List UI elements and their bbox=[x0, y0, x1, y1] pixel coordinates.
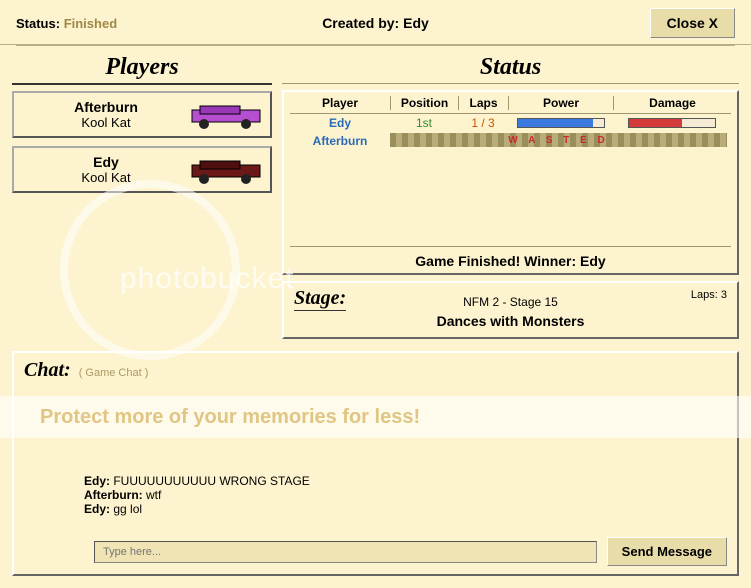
table-row: Edy 1st 1 / 3 bbox=[290, 114, 731, 132]
created-by: Created by: Edy bbox=[322, 15, 429, 31]
status-left: Status: Finished bbox=[16, 16, 117, 31]
game-finished-text: Game Finished! Winner: Edy bbox=[290, 246, 731, 269]
player-name: Afterburn bbox=[22, 99, 190, 115]
chat-input[interactable] bbox=[94, 541, 597, 563]
players-title: Players bbox=[12, 54, 272, 85]
player-name: Edy bbox=[22, 154, 190, 170]
chat-panel: Chat: ( Game Chat ) Edy: FUUUUUUUUUUU WR… bbox=[12, 351, 739, 576]
status-value: Finished bbox=[64, 16, 117, 31]
stage-label: Stage: bbox=[294, 287, 346, 311]
car-icon bbox=[190, 100, 262, 130]
status-panel: Status Player Position Laps Power Damage… bbox=[282, 54, 739, 339]
chat-messages: Edy: FUUUUUUUUUUU WRONG STAGE Afterburn:… bbox=[24, 386, 727, 531]
table-header: Player Position Laps Power Damage bbox=[290, 96, 731, 114]
stage-name: Dances with Monsters bbox=[294, 313, 727, 329]
chat-line: Edy: gg lol bbox=[84, 502, 727, 516]
chat-line: Edy: FUUUUUUUUUUU WRONG STAGE bbox=[84, 474, 727, 488]
chat-title: Chat: bbox=[24, 359, 71, 382]
players-panel: Players Afterburn Kool Kat Edy Kool Kat bbox=[12, 54, 272, 339]
stage-box: Stage: Laps: 3 NFM 2 - Stage 15 Dances w… bbox=[282, 281, 739, 339]
player-sub: Kool Kat bbox=[22, 170, 190, 185]
wasted-badge: W A S T E D bbox=[390, 133, 727, 147]
header-bar: Status: Finished Created by: Edy Close X bbox=[0, 0, 751, 45]
damage-bar bbox=[628, 118, 716, 128]
player-card[interactable]: Edy Kool Kat bbox=[12, 146, 272, 193]
send-message-button[interactable]: Send Message bbox=[607, 537, 727, 566]
chat-subtitle: ( Game Chat ) bbox=[79, 367, 149, 379]
status-title: Status bbox=[282, 54, 739, 84]
player-sub: Kool Kat bbox=[22, 115, 190, 130]
stage-info: NFM 2 - Stage 15 bbox=[294, 295, 727, 309]
table-row: Afterburn W A S T E D bbox=[290, 132, 731, 150]
laps-count: Laps: 3 bbox=[691, 289, 727, 301]
player-card[interactable]: Afterburn Kool Kat bbox=[12, 91, 272, 138]
chat-line: Afterburn: wtf bbox=[84, 488, 727, 502]
status-table: Player Position Laps Power Damage Edy 1s… bbox=[282, 90, 739, 275]
car-icon bbox=[190, 155, 262, 185]
power-bar bbox=[517, 118, 605, 128]
close-button[interactable]: Close X bbox=[650, 8, 735, 38]
status-label: Status: bbox=[16, 16, 60, 31]
